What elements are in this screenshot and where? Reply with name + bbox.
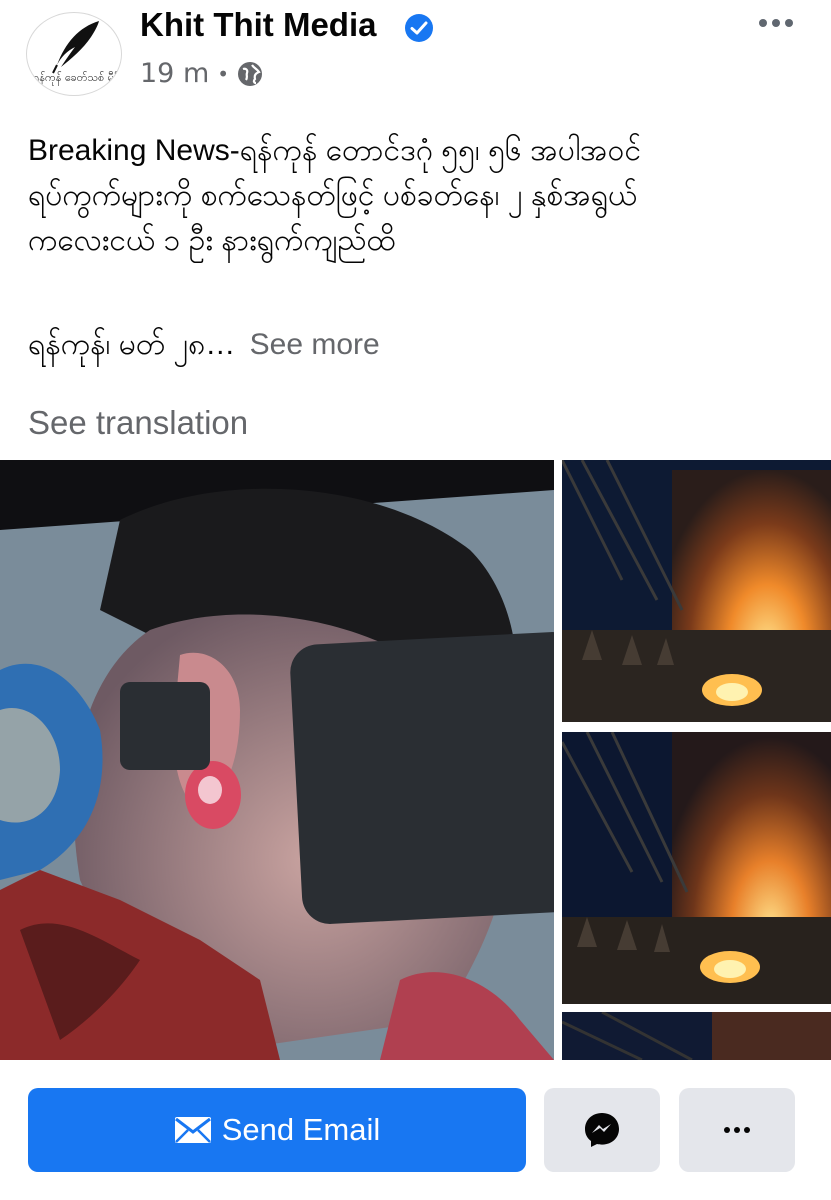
send-email-label: Send Email (221, 1112, 381, 1147)
photo-fire-image (562, 1012, 831, 1060)
more-dot (759, 19, 767, 27)
photo-fire-image (562, 460, 831, 722)
post-header: ရန်ကုန် ခေတ်သစ် မီဒီယာ Khit Thit Media 1… (0, 0, 831, 110)
post-text: Breaking News-ရန်ကုန် တောင်ဒဂုံ ၅၅၊ ၅၆ အ… (28, 128, 818, 263)
post-action-bar: Send Email (0, 1060, 831, 1200)
post-snippet: ရန်ကုန်၊ မတ် ၂၈… See more (28, 324, 380, 369)
more-dot (724, 1127, 730, 1133)
more-options-button[interactable] (748, 8, 804, 38)
more-dot (772, 19, 780, 27)
more-dot (744, 1127, 750, 1133)
post-text-line: ကလေးငယ် ၁ ဦး နားရွက်ကျည်ထိ (28, 224, 396, 257)
messenger-button[interactable] (544, 1088, 660, 1172)
see-translation-link[interactable]: See translation (28, 404, 248, 442)
more-dot (734, 1127, 740, 1133)
page-name[interactable]: Khit Thit Media (140, 6, 376, 44)
see-more-link[interactable]: See more (250, 328, 380, 361)
verified-badge-icon (405, 14, 433, 42)
photo-fire-street-1[interactable] (562, 460, 831, 722)
post-time[interactable]: 19 m (140, 58, 209, 89)
photo-fire-image (562, 732, 831, 1004)
snippet-text: ရန်ကုန်၊ မတ် ၂၈… (28, 328, 236, 361)
photo-injured-child[interactable] (0, 460, 554, 1060)
photo-fire-street-2[interactable] (562, 732, 831, 1004)
page-avatar[interactable]: ရန်ကုန် ခေတ်သစ် မီဒီယာ (26, 12, 122, 96)
post-text-line: Breaking News-ရန်ကုန် တောင်ဒဂုံ ၅၅၊ ၅၆ အ… (28, 134, 642, 167)
avatar-logo-text: ရန်ကုန် ခေတ်သစ် မီဒီယာ (33, 71, 121, 84)
post-text-line: ရပ်ကွက်များကို စက်သေနတ်ဖြင့် ပစ်ခတ်နေ၊ ၂… (28, 179, 638, 212)
photo-fire-street-3[interactable] (562, 1012, 831, 1060)
meta-separator: • (217, 61, 230, 86)
globe-icon (238, 61, 263, 86)
more-dot (785, 19, 793, 27)
messenger-icon (585, 1113, 619, 1147)
send-email-button[interactable]: Send Email (28, 1088, 526, 1172)
more-actions-button[interactable] (679, 1088, 795, 1172)
envelope-icon (174, 1117, 211, 1143)
photo-main-image (0, 460, 554, 1060)
post-meta: 19 m • (140, 58, 263, 89)
